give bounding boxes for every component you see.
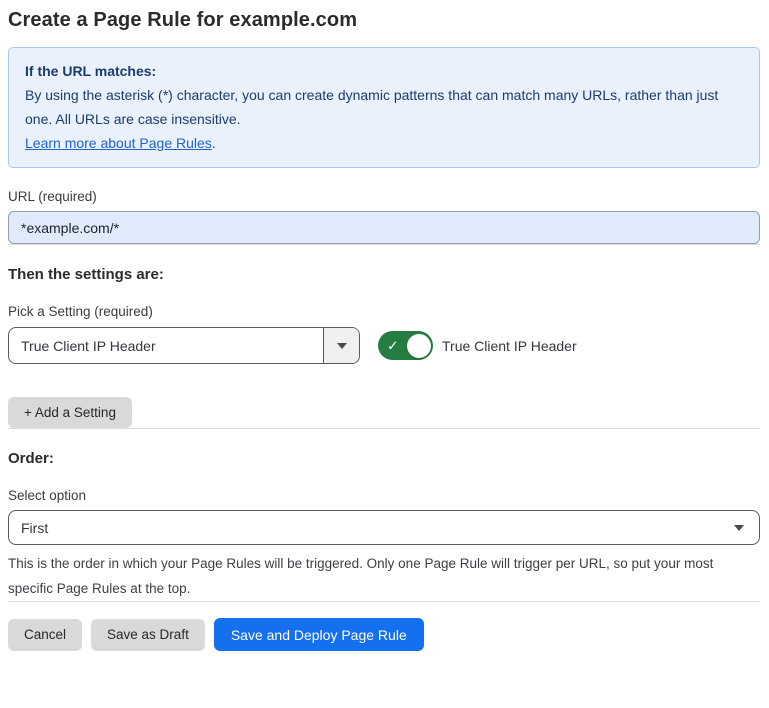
true-client-ip-toggle[interactable]: ✓ [378,331,433,360]
link-suffix: . [212,135,216,151]
info-box-link-line: Learn more about Page Rules. [25,131,743,155]
order-select-label: Select option [8,488,760,503]
url-match-info-box: If the URL matches: By using the asteris… [8,47,760,168]
footer-actions: Cancel Save as Draft Save and Deploy Pag… [8,618,760,651]
page-rule-form: Create a Page Rule for example.com If th… [0,0,769,651]
setting-select-arrow-button[interactable] [323,328,359,363]
settings-section-heading: Then the settings are: [8,266,760,283]
add-setting-button[interactable]: + Add a Setting [8,397,132,428]
page-title: Create a Page Rule for example.com [8,9,760,32]
pick-setting-label: Pick a Setting (required) [8,304,760,319]
info-box-body: By using the asterisk (*) character, you… [25,83,743,131]
save-draft-button[interactable]: Save as Draft [91,619,205,651]
toggle-label: True Client IP Header [442,338,577,354]
chevron-down-icon [337,343,347,349]
toggle-knob [407,334,431,358]
info-box-heading: If the URL matches: [25,59,743,83]
save-deploy-button[interactable]: Save and Deploy Page Rule [214,618,424,651]
check-icon: ✓ [387,338,399,352]
divider [8,601,760,602]
order-select-value: First [9,520,719,536]
setting-select[interactable]: True Client IP Header [8,327,360,364]
order-help-text: This is the order in which your Page Rul… [8,551,760,601]
url-input[interactable] [8,211,760,244]
setting-select-value: True Client IP Header [9,338,323,354]
order-select[interactable]: First [8,510,760,545]
order-select-arrow [719,525,759,531]
divider [8,244,760,245]
setting-picker-row: True Client IP Header ✓ True Client IP H… [8,327,760,364]
learn-more-link[interactable]: Learn more about Page Rules [25,135,212,151]
url-field-label: URL (required) [8,189,760,204]
chevron-down-icon [734,525,744,531]
order-section-heading: Order: [8,450,760,467]
divider [8,428,760,429]
cancel-button[interactable]: Cancel [8,619,82,651]
